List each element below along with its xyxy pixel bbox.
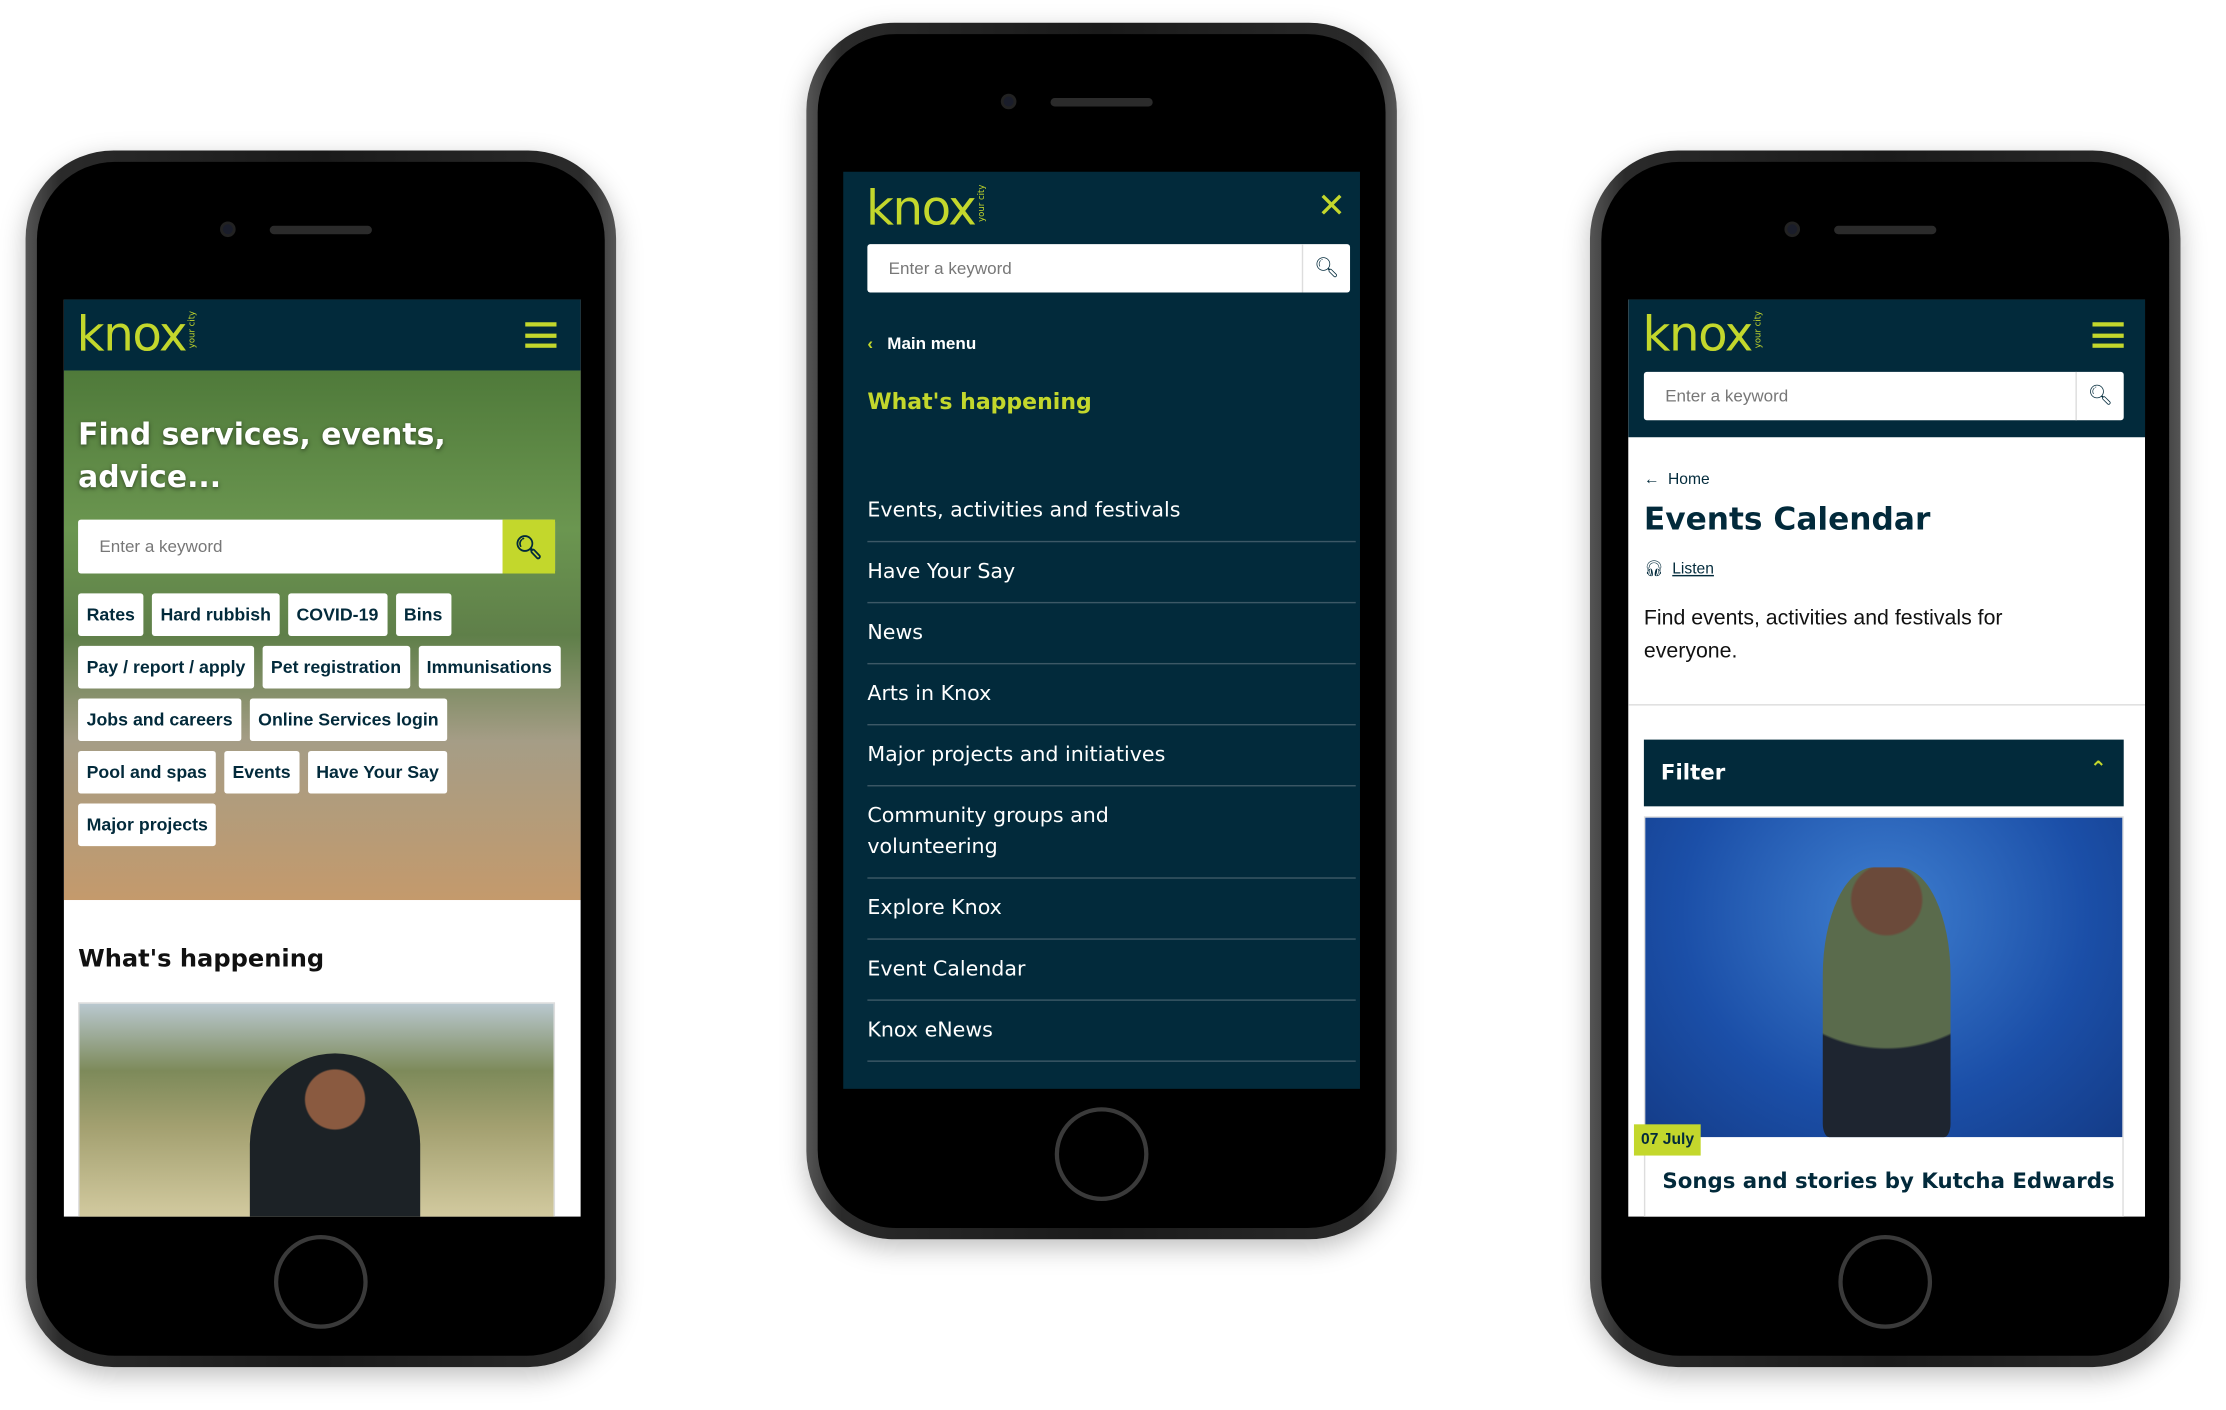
menu-item[interactable]: News xyxy=(867,603,1356,665)
menu-item[interactable]: Event Calendar xyxy=(867,940,1356,1001)
event-image xyxy=(1645,817,2123,1138)
menu-list: Events, activities and festivals Have You… xyxy=(867,495,1356,1062)
whats-happening-card-image[interactable] xyxy=(78,1002,556,1217)
close-icon[interactable]: ✕ xyxy=(1317,186,1346,226)
header: knoxyour city xyxy=(63,299,581,371)
menu-screen: knoxyour city ✕ 🔍︎ ‹Main menu What's hap… xyxy=(843,171,1360,1089)
hero-title: Find services, events, advice... xyxy=(78,417,446,495)
quick-link-chip[interactable]: Rates xyxy=(78,593,144,636)
knox-logo[interactable]: knoxyour city xyxy=(77,311,198,359)
event-date-tag: 07 July xyxy=(1633,1124,1702,1156)
quick-link-chip[interactable]: Online Services login xyxy=(249,698,448,742)
filter-toggle[interactable]: Filter ⌃ xyxy=(1643,739,2124,807)
phone-events: knoxyour city 🔍︎ ←Home Events Calendar 🎧… xyxy=(1589,150,2181,1368)
hamburger-menu-icon[interactable] xyxy=(2092,322,2124,348)
quick-link-chip[interactable]: Bins xyxy=(395,593,451,636)
quick-link-chip[interactable]: COVID-19 xyxy=(287,593,387,636)
current-section-title: What's happening xyxy=(867,388,1092,415)
quick-link-chip[interactable]: Pet registration xyxy=(262,645,410,689)
knox-logo[interactable]: knoxyour city xyxy=(1642,311,1763,359)
menu-item[interactable]: Have Your Say xyxy=(867,542,1356,604)
arrow-left-icon: ← xyxy=(1643,471,1660,489)
menu-item[interactable]: Community groups and volunteering xyxy=(867,786,1356,879)
events-screen: knoxyour city 🔍︎ ←Home Events Calendar 🎧… xyxy=(1628,299,2146,1217)
page-description: Find events, activities and festivals fo… xyxy=(1643,606,2003,663)
hamburger-menu-icon[interactable] xyxy=(525,322,557,348)
search-button[interactable]: 🔍︎ xyxy=(2075,371,2123,421)
home-button xyxy=(1054,1107,1149,1201)
divider xyxy=(1628,704,2146,706)
quick-link-chip[interactable]: Major projects xyxy=(78,803,217,847)
menu-item[interactable]: Knox eNews xyxy=(867,1001,1356,1062)
quick-link-chip[interactable]: Immunisations xyxy=(418,645,561,689)
menu-item[interactable]: Arts in Knox xyxy=(867,664,1356,726)
search-input[interactable] xyxy=(1643,371,2076,421)
knox-logo[interactable]: knoxyour city xyxy=(866,185,987,233)
breadcrumb-home[interactable]: ← Home xyxy=(1644,471,1710,488)
event-card[interactable]: 07 July Songs and stories by Kutcha Edwa… xyxy=(1633,816,2124,1217)
home-button xyxy=(1838,1235,1933,1329)
page-title: Events Calendar xyxy=(1643,502,1931,539)
quick-link-chip[interactable]: Pool and spas xyxy=(78,750,216,794)
listen-link[interactable]: 🎧︎ Listen xyxy=(1643,559,1714,578)
headphones-icon: 🎧︎ xyxy=(1643,560,1664,578)
quick-link-chip[interactable]: Jobs and careers xyxy=(78,698,242,742)
search-icon: 🔍︎ xyxy=(2087,384,2113,408)
search-icon: 🔍︎ xyxy=(514,533,544,561)
menu-search: 🔍︎ xyxy=(867,244,1351,293)
phone-menu: knoxyour city ✕ 🔍︎ ‹Main menu What's hap… xyxy=(806,22,1397,1240)
search-icon: 🔍︎ xyxy=(1313,256,1340,280)
menu-item[interactable]: Major projects and initiatives xyxy=(867,725,1356,787)
phone-home: knoxyour city Find services, events, adv… xyxy=(25,150,617,1368)
back-to-main-menu[interactable]: ‹ Main menu xyxy=(867,334,976,354)
hero-search: 🔍︎ xyxy=(78,519,556,574)
quick-link-chip[interactable]: Pay / report / apply xyxy=(78,645,254,689)
quick-links: Rates Hard rubbish COVID-19 Bins Pay / repor… xyxy=(78,593,561,847)
quick-link-chip[interactable]: Events xyxy=(223,750,300,794)
chevron-left-icon: ‹ xyxy=(867,333,874,354)
menu-item[interactable]: Explore Knox xyxy=(867,879,1356,940)
home-button xyxy=(273,1235,368,1329)
home-screen: knoxyour city Find services, events, adv… xyxy=(63,299,581,1217)
header-search: 🔍︎ xyxy=(1643,371,2124,421)
header: knoxyour city 🔍︎ xyxy=(1628,299,2146,438)
section-title: What's happening xyxy=(78,945,325,974)
search-button[interactable]: 🔍︎ xyxy=(502,519,556,574)
event-title: Songs and stories by Kutcha Edwards xyxy=(1662,1168,2115,1194)
search-input[interactable] xyxy=(867,244,1302,293)
search-input[interactable] xyxy=(78,519,503,574)
quick-link-chip[interactable]: Have Your Say xyxy=(307,750,448,794)
quick-link-chip[interactable]: Hard rubbish xyxy=(151,593,280,636)
menu-item[interactable]: Events, activities and festivals xyxy=(867,495,1356,543)
chevron-up-icon: ⌃ xyxy=(2090,758,2107,781)
search-button[interactable]: 🔍︎ xyxy=(1301,244,1350,293)
